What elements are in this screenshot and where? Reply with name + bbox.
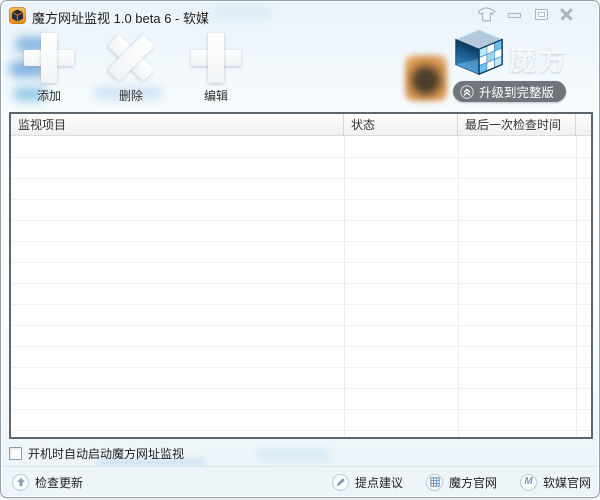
mofang-cube-logo-icon xyxy=(454,29,504,76)
edit-button[interactable]: 编辑 xyxy=(184,33,248,105)
glass-blur-blob xyxy=(256,449,331,461)
column-header-status[interactable]: 状态 xyxy=(344,114,458,136)
minimize-button[interactable] xyxy=(503,5,525,23)
delete-button[interactable]: 删除 xyxy=(99,33,163,105)
maximize-button[interactable] xyxy=(530,5,552,23)
arrow-up-circle-icon xyxy=(12,473,29,491)
window-title: 魔方网址监视 1.0 beta 6 - 软媒 xyxy=(32,11,209,26)
maximize-icon xyxy=(534,8,548,20)
column-header-lastcheck[interactable]: 最后一次检查时间 xyxy=(458,114,576,136)
check-updates-link[interactable]: 检查更新 xyxy=(12,467,83,497)
ruanmei-site-label: 软媒官网 xyxy=(543,475,592,490)
m-circle-icon: M xyxy=(520,473,537,491)
column-separator xyxy=(344,137,345,437)
close-icon xyxy=(560,8,573,21)
check-updates-label: 检查更新 xyxy=(35,475,84,490)
feedback-label: 提点建议 xyxy=(355,475,404,490)
pencil-circle-icon xyxy=(332,473,349,491)
add-button-label: 添加 xyxy=(36,89,61,103)
upgrade-button-label: 升级到完整版 xyxy=(479,86,555,100)
delete-button-label: 删除 xyxy=(118,89,143,103)
autostart-label: 开机时自动启动魔方网址监视 xyxy=(28,447,185,461)
status-bar: 检查更新 提点建议 魔方官网 M 软媒官网 xyxy=(2,466,598,496)
glass-blur-blob xyxy=(405,55,447,101)
list-body[interactable] xyxy=(11,137,591,437)
minimize-icon xyxy=(507,12,521,18)
app-logo-icon xyxy=(9,7,26,24)
double-chevron-up-icon xyxy=(460,84,474,99)
skin-change-button[interactable] xyxy=(475,5,497,23)
title-bar: 魔方网址监视 1.0 beta 6 - 软媒 xyxy=(1,1,599,29)
plus-icon xyxy=(24,33,74,83)
feedback-link[interactable]: 提点建议 xyxy=(332,467,403,497)
app-window: 魔方网址监视 1.0 beta 6 - 软媒 添加 删除 编辑 魔方 升级到完整… xyxy=(0,0,600,498)
ruanmei-site-link[interactable]: M 软媒官网 xyxy=(520,467,591,497)
autostart-option: 开机时自动启动魔方网址监视 xyxy=(9,445,184,462)
close-button[interactable] xyxy=(555,5,577,23)
mofang-site-label: 魔方官网 xyxy=(449,475,498,490)
mofang-site-link[interactable]: 魔方官网 xyxy=(426,467,497,497)
m-letter: M xyxy=(524,476,533,487)
column-header-filler xyxy=(576,114,591,136)
monitor-list: 监视项目 状态 最后一次检查时间 xyxy=(9,112,593,439)
plus-icon xyxy=(191,33,241,83)
column-header-item[interactable]: 监视项目 xyxy=(11,114,344,136)
grid-circle-icon xyxy=(426,473,443,491)
column-separator xyxy=(458,137,459,437)
cross-icon xyxy=(106,33,156,83)
column-separator xyxy=(576,137,577,437)
edit-button-label: 编辑 xyxy=(203,89,228,103)
add-button[interactable]: 添加 xyxy=(17,33,81,105)
upgrade-button[interactable]: 升级到完整版 xyxy=(453,81,567,102)
autostart-checkbox[interactable] xyxy=(9,447,22,460)
list-header: 监视项目 状态 最后一次检查时间 xyxy=(11,114,591,136)
brand-text: 魔方 xyxy=(509,46,569,76)
shirt-icon xyxy=(477,6,495,21)
